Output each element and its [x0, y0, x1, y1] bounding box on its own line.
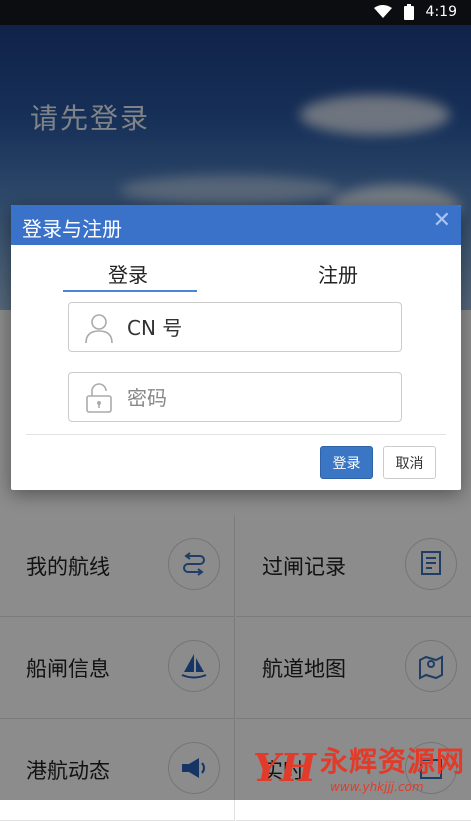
cancel-button[interactable]: 取消 [383, 446, 436, 479]
close-icon[interactable]: ✕ [433, 208, 451, 233]
login-button[interactable]: 登录 [320, 446, 373, 479]
login-register-dialog: 登录与注册 ✕ 登录 注册 登录 取消 [11, 205, 461, 490]
watermark-url: www.yhkjjj.com [329, 780, 424, 794]
tab-register[interactable]: 注册 [318, 259, 358, 288]
watermark-text: 永辉资源网 [319, 745, 465, 778]
battery-icon [403, 4, 414, 20]
dialog-title: 登录与注册 [22, 217, 122, 241]
tab-login[interactable]: 登录 [108, 259, 148, 288]
status-bar: 4:19 [0, 0, 471, 25]
lock-icon [86, 383, 112, 413]
dialog-header: 登录与注册 ✕ [11, 205, 461, 245]
watermark-logo: YH [252, 744, 316, 790]
user-icon [85, 314, 113, 344]
watermark: YH 永辉资源网 www.yhkjjj.com [252, 740, 465, 795]
dialog-tabs: 登录 注册 [11, 245, 461, 295]
cn-number-field[interactable] [68, 302, 402, 352]
wifi-icon [373, 5, 392, 18]
status-time: 4:19 [425, 4, 457, 20]
password-field[interactable] [68, 372, 402, 422]
dialog-divider [26, 434, 446, 435]
tab-active-indicator [63, 290, 197, 292]
password-input[interactable] [125, 381, 389, 415]
cn-number-input[interactable] [125, 311, 389, 345]
